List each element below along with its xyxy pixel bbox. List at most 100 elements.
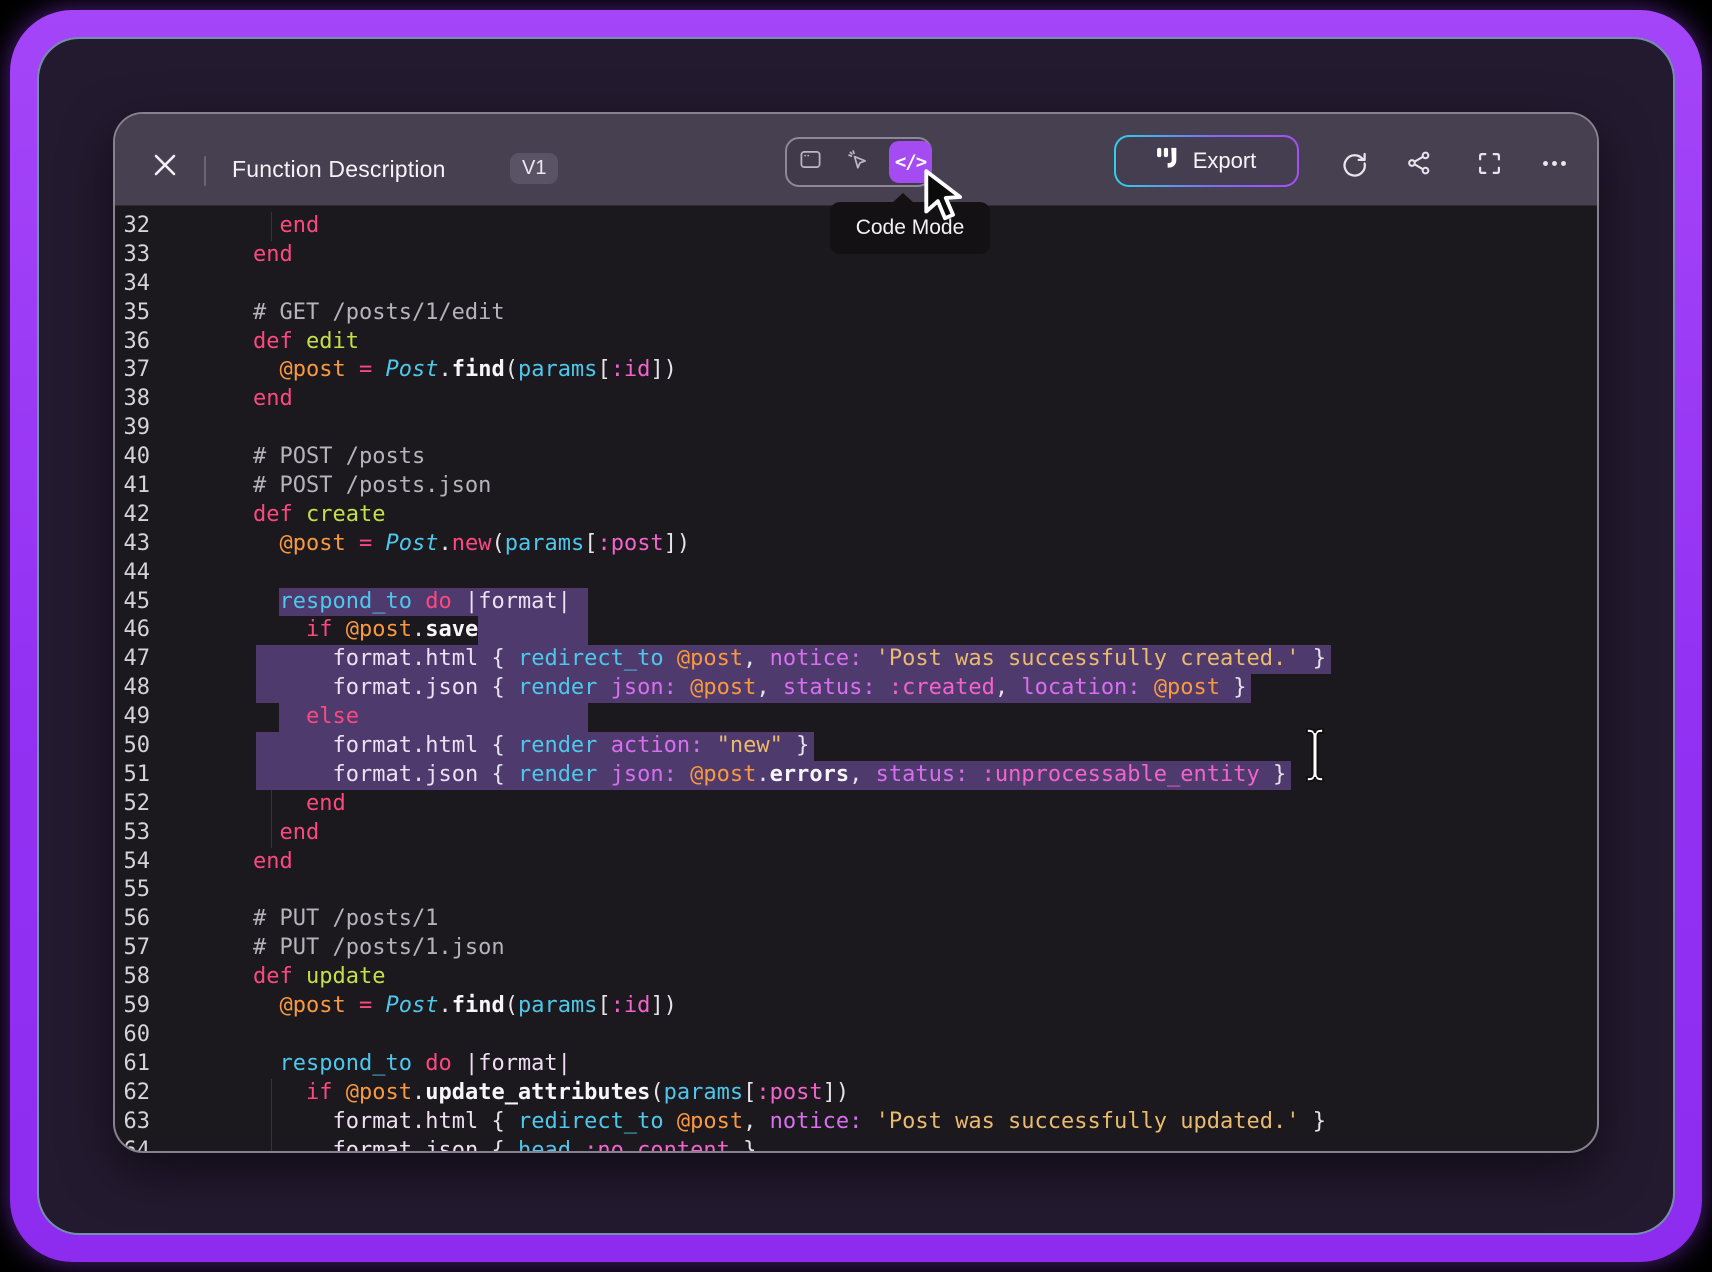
code-line: 50 format.html { render action: "new" }: [115, 732, 1597, 761]
line-number: 38: [115, 385, 150, 414]
code-text: end: [253, 820, 319, 845]
code-text: end: [253, 791, 346, 816]
line-number: 49: [115, 703, 150, 732]
code-line: 39: [115, 414, 1597, 443]
code-text: @post = Post.find(params[:id]): [253, 993, 677, 1018]
code-line: 42 def create: [115, 501, 1597, 530]
code-text: # GET /posts/1/edit: [253, 300, 505, 325]
version-badge: V1: [510, 153, 558, 184]
code-line: 43 @post = Post.new(params[:post]): [115, 530, 1597, 559]
line-number: 47: [115, 645, 150, 674]
code-line: 57 # PUT /posts/1.json: [115, 934, 1597, 963]
line-number: 53: [115, 819, 150, 848]
line-number: 50: [115, 732, 150, 761]
code-line: 34: [115, 270, 1597, 299]
code-line: 52 end: [115, 790, 1597, 819]
code-text: def edit: [253, 329, 359, 354]
more-icon[interactable]: [1537, 146, 1571, 180]
code-line: 58 def update: [115, 963, 1597, 992]
code-editor[interactable]: 32 end33end3435# GET /posts/1/edit36def …: [115, 206, 1597, 1153]
line-number: 55: [115, 876, 150, 905]
line-number: 43: [115, 530, 150, 559]
titlebar: Function Description V1: [115, 114, 1597, 206]
code-lines: 32 end33end3435# GET /posts/1/edit36def …: [115, 212, 1597, 1153]
line-number: 41: [115, 472, 150, 501]
code-text: else: [253, 704, 359, 729]
line-number: 59: [115, 992, 150, 1021]
code-line: 59 @post = Post.find(params[:id]): [115, 992, 1597, 1021]
export-logo-icon: [1157, 147, 1181, 175]
code-text: format.html { redirect_to @post, notice:…: [253, 646, 1326, 671]
close-icon[interactable]: [151, 151, 179, 179]
mode-toggle-group: </>: [785, 137, 932, 187]
line-number: 58: [115, 963, 150, 992]
code-line: 46 if @post.save: [115, 616, 1597, 645]
code-line: 48 format.json { render json: @post, sta…: [115, 674, 1597, 703]
code-text: format.json { head :no_content }: [253, 1138, 756, 1154]
code-line: 54 end: [115, 848, 1597, 877]
line-number: 60: [115, 1021, 150, 1050]
code-text: respond_to do |format|: [253, 1051, 571, 1076]
line-number: 54: [115, 848, 150, 877]
code-line: 60: [115, 1021, 1597, 1050]
code-line: 56 # PUT /posts/1: [115, 905, 1597, 934]
line-number: 35: [115, 299, 150, 328]
share-icon[interactable]: [1402, 146, 1436, 180]
interact-mode-button[interactable]: [834, 139, 881, 185]
code-line: 55: [115, 876, 1597, 905]
code-line: 37 @post = Post.find(params[:id]): [115, 356, 1597, 385]
code-text: format.html { redirect_to @post, notice:…: [253, 1109, 1326, 1134]
selection-highlight: [478, 616, 588, 645]
line-number: 56: [115, 905, 150, 934]
code-text: end: [253, 849, 293, 874]
line-number: 51: [115, 761, 150, 790]
code-text: format.json { render json: @post.errors,…: [253, 762, 1286, 787]
stage: Function Description V1: [0, 0, 1712, 1272]
code-text: def create: [253, 502, 385, 527]
line-number: 57: [115, 934, 150, 963]
fullscreen-icon[interactable]: [1472, 146, 1506, 180]
line-number: 42: [115, 501, 150, 530]
text-ibeam-cursor: [1300, 726, 1330, 784]
line-number: 64: [115, 1137, 150, 1154]
line-number: 61: [115, 1050, 150, 1079]
code-line: 44: [115, 559, 1597, 588]
code-line: 36 def edit: [115, 328, 1597, 357]
line-number: 34: [115, 270, 150, 299]
code-text: if @post.save: [253, 617, 478, 642]
line-number: 37: [115, 356, 150, 385]
code-text: respond_to do |format|: [253, 589, 571, 614]
line-number: 33: [115, 241, 150, 270]
line-number: 48: [115, 674, 150, 703]
code-text: end: [253, 213, 319, 238]
window-icon: [799, 148, 822, 176]
line-number: 62: [115, 1079, 150, 1108]
mouse-arrow-cursor: [919, 168, 969, 226]
code-line: 47 format.html { redirect_to @post, noti…: [115, 645, 1597, 674]
line-number: 39: [115, 414, 150, 443]
export-label: Export: [1193, 148, 1257, 174]
code-line: 61 respond_to do |format|: [115, 1050, 1597, 1079]
cursor-click-icon: [846, 148, 869, 176]
line-number: 46: [115, 616, 150, 645]
code-line: 64 format.json { head :no_content }: [115, 1137, 1597, 1154]
refresh-icon[interactable]: [1337, 146, 1371, 180]
code-text: end: [253, 242, 293, 267]
code-line: 40# POST /posts: [115, 443, 1597, 472]
line-number: 36: [115, 328, 150, 357]
code-text: # POST /posts.json: [253, 473, 491, 498]
code-text: # PUT /posts/1: [253, 906, 438, 931]
export-button[interactable]: Export: [1114, 135, 1299, 187]
line-number: 63: [115, 1108, 150, 1137]
code-text: format.html { render action: "new" }: [253, 733, 809, 758]
code-text: def update: [253, 964, 385, 989]
canvas-mode-button[interactable]: [787, 139, 834, 185]
code-line: 45 respond_to do |format|: [115, 588, 1597, 617]
code-line: 49 else: [115, 703, 1597, 732]
code-text: @post = Post.find(params[:id]): [253, 357, 677, 382]
code-text: @post = Post.new(params[:post]): [253, 531, 690, 556]
line-number: 44: [115, 559, 150, 588]
code-text: # PUT /posts/1.json: [253, 935, 505, 960]
line-number: 52: [115, 790, 150, 819]
code-line: 62 if @post.update_attributes(params[:po…: [115, 1079, 1597, 1108]
